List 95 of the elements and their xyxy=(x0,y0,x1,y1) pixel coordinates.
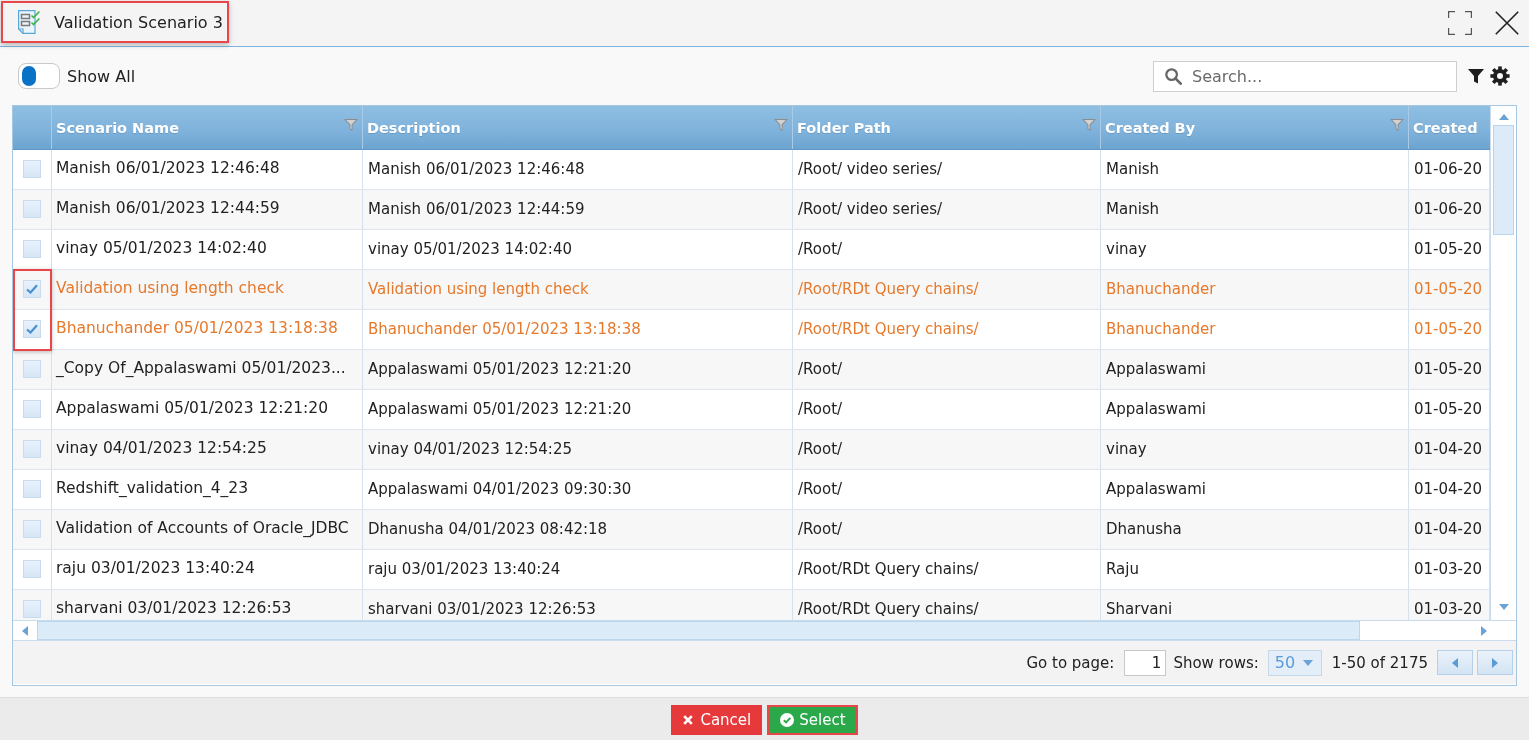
cross-icon xyxy=(683,715,694,725)
table-cell: /Root/ video series/ xyxy=(793,190,1101,229)
table-cell: Dhanusha 04/01/2023 08:42:18 xyxy=(363,510,793,549)
previous-page-button[interactable] xyxy=(1437,650,1473,675)
filter-icon[interactable] xyxy=(1468,68,1484,84)
table-cell: Bhanuchander xyxy=(1101,310,1409,349)
table-cell: Appalaswami 04/01/2023 09:30:30 xyxy=(363,470,793,509)
table-cell: Validation of Accounts of Oracle_JDBC xyxy=(52,510,363,549)
table-cell: /Root/ xyxy=(793,510,1101,549)
table-cell: Manish 06/01/2023 12:44:59 xyxy=(363,190,793,229)
table-cell: Raju xyxy=(1101,550,1409,589)
table-cell: Manish 06/01/2023 12:46:48 xyxy=(52,150,363,189)
triangle-up-icon[interactable] xyxy=(1498,114,1509,120)
table-row[interactable]: Validation of Accounts of Oracle_JDBC Dhanusha 04/01/2023 08:42:18 /Root/ Dhanusha 01-04-20 xyxy=(13,510,1490,550)
table-row[interactable]: Appalaswami 05/01/2023 12:21:20 Appalaswami 05/01/2023 12:21:20 /Root/ Appalaswami 01-05-20 xyxy=(13,390,1490,430)
vertical-scrollbar[interactable] xyxy=(1490,106,1516,620)
table-cell: raju 03/01/2023 13:40:24 xyxy=(363,550,793,589)
table-row[interactable]: Redshift_validation_4_23 Appalaswami 04/01/2023 09:30:30 /Root/ Appalaswami 01-04-20 xyxy=(13,470,1490,510)
table-cell: Dhanusha xyxy=(1101,510,1409,549)
table-cell: Appalaswami 05/01/2023 12:21:20 xyxy=(363,350,793,389)
table-row[interactable]: raju 03/01/2023 13:40:24 raju 03/01/2023 13:40:24 /Root/RDt Query chains/ Raju 01-03-20 xyxy=(13,550,1490,590)
scrollbar-thumb[interactable] xyxy=(37,621,1360,640)
table-cell: Redshift_validation_4_23 xyxy=(52,470,363,509)
triangle-left-icon xyxy=(1452,657,1458,668)
table-row[interactable]: sharvani 03/01/2023 12:26:53 sharvani 03/01/2023 12:26:53 /Root/RDt Query chains/ Sharvani 01-03-20 xyxy=(13,590,1490,620)
table-cell: /Root/RDt Query chains/ xyxy=(793,550,1101,589)
close-icon[interactable] xyxy=(1495,11,1519,35)
checkbox[interactable] xyxy=(23,480,41,498)
table-cell: Appalaswami 05/01/2023 12:21:20 xyxy=(52,390,363,429)
pager-label: Go to page: xyxy=(1026,653,1115,672)
table-cell: Appalaswami xyxy=(1101,390,1409,429)
scrollbar-thumb[interactable] xyxy=(1493,125,1514,235)
table-cell: /Root/ xyxy=(793,230,1101,269)
search-icon xyxy=(1165,67,1182,85)
table-cell: vinay 05/01/2023 14:02:40 xyxy=(363,230,793,269)
table-cell: /Root/ video series/ xyxy=(793,150,1101,189)
table-row[interactable]: Manish 06/01/2023 12:44:59 Manish 06/01/2023 12:44:59 /Root/ video series/ Manish 01-06-20 xyxy=(13,190,1490,230)
table-cell: vinay xyxy=(1101,230,1409,269)
checkbox[interactable] xyxy=(23,400,41,418)
table-cell: /Root/RDt Query chains/ xyxy=(793,270,1101,309)
horizontal-scrollbar[interactable] xyxy=(13,620,1516,640)
cancel-button[interactable]: Cancel xyxy=(671,705,763,735)
checkbox[interactable] xyxy=(23,320,41,338)
checkbox[interactable] xyxy=(23,440,41,458)
triangle-left-icon[interactable] xyxy=(22,625,28,636)
table-cell: Bhanuchander 05/01/2023 13:18:38 xyxy=(363,310,793,349)
checkbox[interactable] xyxy=(23,240,41,258)
checkbox[interactable] xyxy=(23,560,41,578)
checkbox[interactable] xyxy=(23,360,41,378)
table-cell: raju 03/01/2023 13:40:24 xyxy=(52,550,363,589)
caret-down-icon xyxy=(1302,659,1313,666)
pager-label: Show rows: xyxy=(1173,653,1259,672)
table-cell: Manish xyxy=(1101,190,1409,229)
search-field[interactable]: Search... xyxy=(1153,60,1457,92)
page-range: 1-50 of 2175 xyxy=(1331,653,1428,672)
checkbox[interactable] xyxy=(23,160,41,178)
check-circle-icon xyxy=(780,713,795,727)
triangle-right-icon[interactable] xyxy=(1481,625,1487,636)
checkbox[interactable] xyxy=(23,520,41,538)
table-cell: /Root/ xyxy=(793,390,1101,429)
checkbox[interactable] xyxy=(23,600,41,618)
table-cell: vinay 05/01/2023 14:02:40 xyxy=(52,230,363,269)
table-cell: Manish 06/01/2023 12:46:48 xyxy=(363,150,793,189)
table-cell: Appalaswami 05/01/2023 12:21:20 xyxy=(363,390,793,429)
maximize-icon[interactable] xyxy=(1448,11,1472,35)
checkbox[interactable] xyxy=(23,280,41,298)
triangle-right-icon xyxy=(1492,657,1498,668)
table-cell: Validation using length check xyxy=(363,270,793,309)
table-cell: Appalaswami xyxy=(1101,350,1409,389)
table-row[interactable]: vinay 04/01/2023 12:54:25 vinay 04/01/2023 12:54:25 /Root/ vinay 01-04-20 xyxy=(13,430,1490,470)
table-cell: Validation using length check xyxy=(52,270,363,309)
table-cell: vinay 04/01/2023 12:54:25 xyxy=(363,430,793,469)
table-cell: Manish 06/01/2023 12:44:59 xyxy=(52,190,363,229)
table-cell: Manish xyxy=(1101,150,1409,189)
table-cell: Bhanuchander 05/01/2023 13:18:38 xyxy=(52,310,363,349)
page-input[interactable]: 1 xyxy=(1124,649,1167,676)
table-cell: Appalaswami xyxy=(1101,470,1409,509)
toggle-label: Show All xyxy=(67,66,136,86)
checkbox[interactable] xyxy=(23,200,41,218)
table-cell: /Root/RDt Query chains/ xyxy=(793,310,1101,349)
table-cell: vinay xyxy=(1101,430,1409,469)
table-cell: /Root/ xyxy=(793,470,1101,509)
triangle-down-icon[interactable] xyxy=(1498,604,1509,610)
checklist-icon xyxy=(18,10,40,34)
table-cell: _Copy Of_Appalaswami 05/01/2023... xyxy=(52,350,363,389)
table-cell: Bhanuchander xyxy=(1101,270,1409,309)
next-page-button[interactable] xyxy=(1477,650,1513,675)
window-title: Validation Scenario 3 xyxy=(54,12,223,32)
toggle-switch[interactable] xyxy=(18,63,60,89)
table-cell: /Root/ xyxy=(793,350,1101,389)
table-row[interactable]: _Copy Of_Appalaswami 05/01/2023... Appalaswami 05/01/2023 12:21:20 /Root/ Appalaswami 01-05-20 xyxy=(13,350,1490,390)
table-row[interactable]: Manish 06/01/2023 12:46:48 Manish 06/01/2023 12:46:48 /Root/ video series/ Manish 01-06-20 xyxy=(13,150,1490,190)
table-cell: vinay 04/01/2023 12:54:25 xyxy=(52,430,363,469)
settings-icon[interactable] xyxy=(1490,66,1510,86)
table-cell: /Root/ xyxy=(793,430,1101,469)
